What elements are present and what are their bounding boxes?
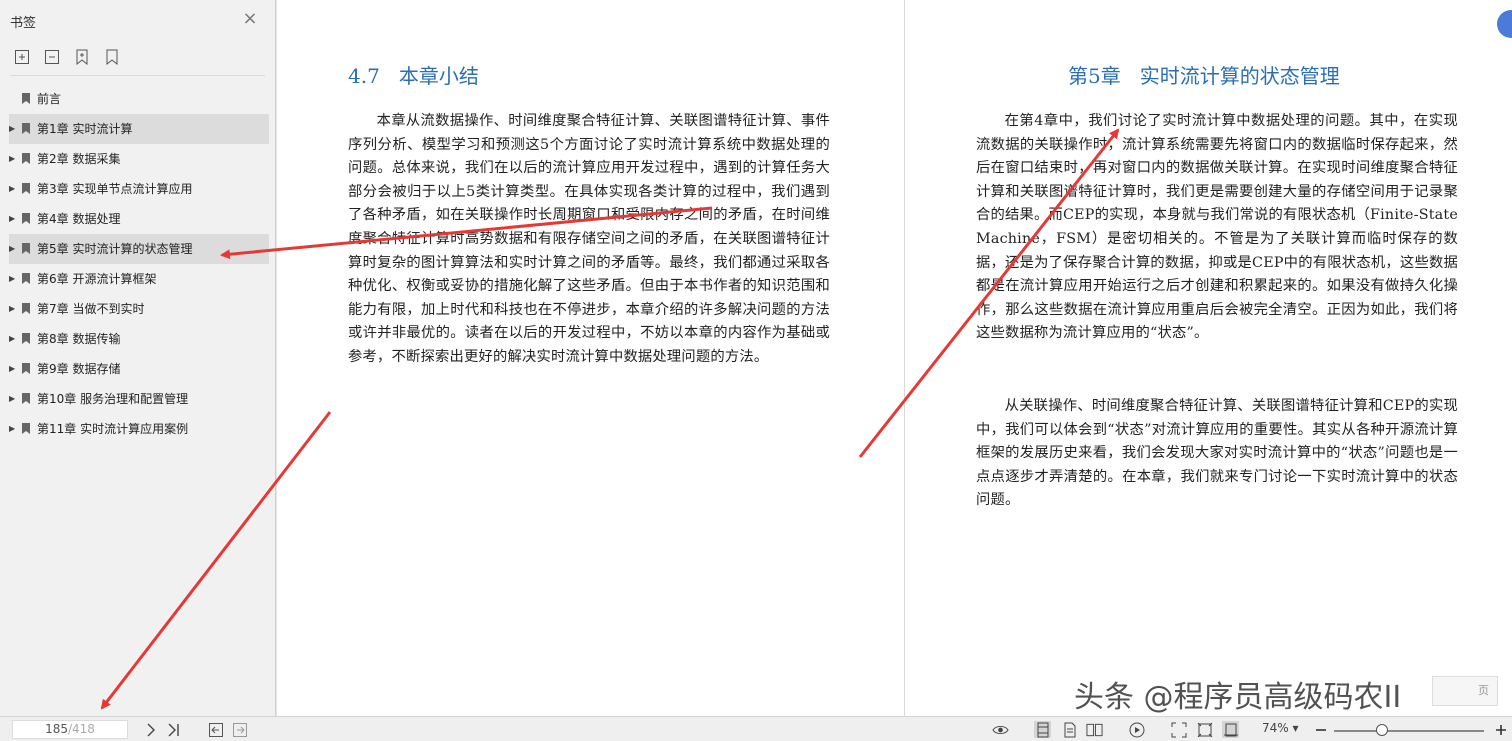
back-view-icon[interactable] — [207, 721, 224, 738]
expand-arrow-icon[interactable]: ▶ — [9, 384, 17, 414]
sidebar-divider — [10, 75, 265, 76]
page-divider — [904, 0, 905, 716]
expand-all-icon[interactable] — [13, 48, 31, 66]
play-icon[interactable] — [1128, 721, 1145, 738]
bookmark-item[interactable]: ▶ 第10章 服务治理和配置管理 — [9, 384, 269, 414]
bookmark-icon — [22, 243, 30, 254]
zoom-slider-handle[interactable] — [1376, 724, 1388, 736]
bookmark-list: 前言 ▶ 第1章 实时流计算 ▶ 第2章 数据采集 ▶ 第3章 实现单节点流计算… — [0, 84, 276, 444]
bookmark-icon — [22, 213, 30, 224]
zoom-out-icon[interactable] — [1312, 721, 1329, 738]
expand-arrow-icon[interactable]: ▶ — [9, 174, 17, 204]
bookmark-icon — [22, 363, 30, 374]
mini-page-button[interactable]: 页 — [1432, 676, 1498, 706]
bookmark-icon — [22, 393, 30, 404]
left-page-paragraph: 本章从流数据操作、时间维度聚合特征计算、关联图谱特征计算、事件序列分析、模型学习… — [348, 113, 830, 365]
expand-arrow-icon[interactable]: ▶ — [9, 234, 17, 264]
status-bar: 185/418 74% ▾ — [0, 716, 1512, 741]
two-page-view-icon[interactable] — [1086, 721, 1103, 738]
current-page: 185 — [45, 722, 68, 736]
bookmark-icon — [22, 183, 30, 194]
expand-arrow-icon[interactable]: ▶ — [9, 354, 17, 384]
bookmark-icon — [22, 333, 30, 344]
close-icon[interactable]: × — [241, 10, 259, 28]
bookmark-item[interactable]: ▶ 第4章 数据处理 — [9, 204, 269, 234]
sidebar-toolbar — [13, 48, 121, 66]
right-page-paragraph-1: 在第4章中，我们讨论了实时流计算中数据处理的问题。其中，在实现流数据的关联操作时… — [976, 113, 1458, 342]
bookmark-item[interactable]: 前言 — [9, 84, 269, 114]
chapter-title: 第5章 实时流计算的状态管理 — [1068, 64, 1340, 88]
sidebar-title: 书签 — [10, 16, 37, 31]
total-pages: /418 — [67, 722, 95, 736]
expand-arrow-icon[interactable]: ▶ — [9, 264, 17, 294]
bookmark-item[interactable]: ▶ 第11章 实时流计算应用案例 — [9, 414, 269, 444]
page-number-input[interactable]: 185/418 — [12, 720, 128, 739]
add-bookmark-icon[interactable] — [73, 48, 91, 66]
bookmark-icon — [22, 123, 30, 134]
zoom-level[interactable]: 74% ▾ — [1262, 721, 1299, 735]
collapse-all-icon[interactable] — [43, 48, 61, 66]
forward-view-icon[interactable] — [231, 721, 248, 738]
bookmark-icon — [22, 153, 30, 164]
expand-arrow-icon[interactable]: ▶ — [9, 114, 17, 144]
bookmark-item[interactable]: ▶ 第5章 实时流计算的状态管理 — [9, 234, 269, 264]
bookmark-item[interactable]: ▶ 第2章 数据采集 — [9, 144, 269, 174]
expand-arrow-icon[interactable]: ▶ — [9, 204, 17, 234]
eye-protection-icon[interactable] — [992, 721, 1009, 738]
expand-arrow-icon[interactable]: ▶ — [9, 324, 17, 354]
section-title: 4.7 本章小结 — [348, 64, 479, 88]
bookmark-icon[interactable] — [103, 48, 121, 66]
last-page-icon[interactable] — [165, 721, 182, 738]
bookmark-item[interactable]: ▶ 第1章 实时流计算 — [9, 114, 269, 144]
next-page-icon[interactable] — [142, 721, 159, 738]
single-page-view-icon[interactable] — [1034, 721, 1051, 738]
actual-size-icon[interactable] — [1222, 721, 1239, 738]
bookmark-icon — [22, 303, 30, 314]
bookmark-icon — [22, 273, 30, 284]
continuous-view-icon[interactable] — [1061, 721, 1078, 738]
bookmark-item[interactable]: ▶ 第8章 数据传输 — [9, 324, 269, 354]
bookmark-item[interactable]: ▶ 第3章 实现单节点流计算应用 — [9, 174, 269, 204]
expand-arrow-icon[interactable]: ▶ — [9, 414, 17, 444]
bookmark-item[interactable]: ▶ 第9章 数据存储 — [9, 354, 269, 384]
watermark-text: 头条 @程序员高级码农II — [1074, 680, 1402, 715]
zoom-in-icon[interactable] — [1492, 721, 1509, 738]
bookmark-icon — [22, 93, 30, 104]
right-page-paragraph-2: 从关联操作、时间维度聚合特征计算、关联图谱特征计算和CEP的实现中，我们可以体会… — [976, 398, 1458, 509]
bookmark-icon — [22, 423, 30, 434]
bookmark-item[interactable]: ▶ 第7章 当做不到实时 — [9, 294, 269, 324]
fit-page-icon[interactable] — [1170, 721, 1187, 738]
expand-arrow-icon[interactable]: ▶ — [9, 144, 17, 174]
fit-width-icon[interactable] — [1196, 721, 1213, 738]
expand-arrow-icon[interactable]: ▶ — [9, 294, 17, 324]
bookmark-sidebar: 书签 × 前言 ▶ 第1章 实时流计算 ▶ 第2章 数据采集 ▶ 第3章 实现单… — [0, 0, 276, 716]
zoom-slider[interactable] — [1334, 730, 1484, 732]
bookmark-item[interactable]: ▶ 第6章 开源流计算框架 — [9, 264, 269, 294]
